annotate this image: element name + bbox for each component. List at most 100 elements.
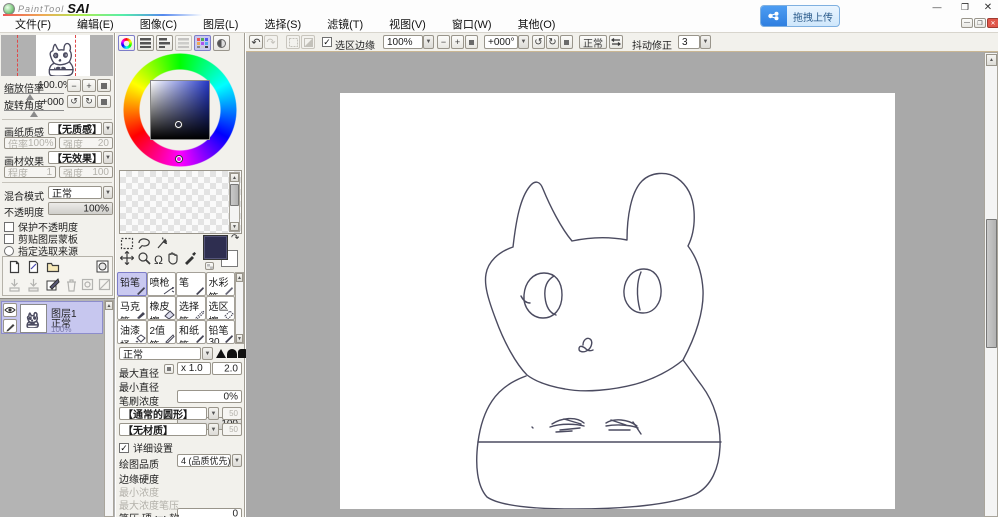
rotate-cw-button[interactable]: ↻ bbox=[546, 35, 559, 49]
menu-filter[interactable]: 滤镜(T) bbox=[314, 14, 376, 34]
brush-shape-select[interactable]: 【通常的圆形】 bbox=[119, 407, 207, 420]
navigator-rotate-slider-handle[interactable] bbox=[30, 111, 38, 117]
menu-edit[interactable]: 编辑(E) bbox=[64, 14, 127, 34]
swatches-scrollbar-thumb[interactable] bbox=[230, 184, 239, 206]
invert-selection-button[interactable] bbox=[301, 35, 315, 49]
new-layer-folder-button[interactable] bbox=[46, 261, 60, 276]
paper-texture-dropdown-button[interactable]: ▼ bbox=[103, 122, 113, 135]
scratchpad-tab[interactable] bbox=[213, 35, 230, 51]
selection-source-radio[interactable] bbox=[4, 246, 14, 256]
hsv-sliders-tab[interactable] bbox=[156, 35, 173, 51]
doc-close-button[interactable]: ✕ bbox=[987, 18, 998, 28]
color-wheel-tab[interactable] bbox=[118, 35, 135, 51]
color-mixer-tab[interactable] bbox=[175, 35, 192, 51]
color-wheel[interactable] bbox=[120, 53, 241, 168]
hue-selector[interactable] bbox=[176, 156, 182, 162]
rotate-reset-button[interactable] bbox=[560, 35, 573, 49]
layer-special-button[interactable] bbox=[96, 260, 109, 276]
tool-grid-scroll-down-button[interactable]: ▼ bbox=[236, 334, 243, 343]
blend-mode-select[interactable]: 正常 bbox=[48, 186, 102, 199]
tool-watercolor[interactable]: 水彩笔 bbox=[206, 272, 236, 296]
edge-shape-round[interactable] bbox=[227, 349, 237, 358]
navigator-rotate-slider[interactable] bbox=[4, 110, 64, 117]
doc-restore-button[interactable]: ❐ bbox=[974, 18, 986, 28]
menu-selection[interactable]: 选择(S) bbox=[251, 14, 314, 34]
brush-texture-dropdown-button[interactable]: ▼ bbox=[208, 423, 219, 436]
diameter-multiplier-box[interactable]: x 1.0 bbox=[177, 362, 211, 375]
layer-list-scroll-up-button[interactable]: ▲ bbox=[105, 301, 113, 310]
navigator-rotate-cw-button[interactable]: ↻ bbox=[82, 95, 96, 108]
tool-binary-pen[interactable]: 2值笔 bbox=[147, 320, 177, 344]
max-diameter-unit-button[interactable] bbox=[164, 364, 174, 374]
window-close-button[interactable]: ✕ bbox=[980, 2, 996, 13]
swatches-scrollbar[interactable]: ▲ ▼ bbox=[229, 172, 240, 232]
tool-selection-pen[interactable]: 选择笔 bbox=[176, 296, 206, 320]
paper-texture-select[interactable]: 【无质感】 bbox=[48, 122, 102, 135]
zoom-tool[interactable] bbox=[137, 251, 151, 268]
hand-tool[interactable] bbox=[166, 251, 180, 268]
blend-mode-dropdown-button[interactable]: ▼ bbox=[103, 186, 113, 199]
zoom-value-box[interactable]: 100% bbox=[383, 35, 423, 49]
brush-mode-dropdown-button[interactable]: ▼ bbox=[202, 347, 213, 360]
navigator-zoom-out-button[interactable]: − bbox=[67, 79, 81, 92]
material-strength-box[interactable]: 强度100 bbox=[59, 166, 113, 178]
min-diameter-slider[interactable]: 0% bbox=[177, 390, 242, 403]
zoom-dropdown-button[interactable]: ▼ bbox=[423, 35, 434, 49]
swatches-tab[interactable] bbox=[194, 35, 211, 51]
tool-bucket[interactable]: 油漆桶 bbox=[117, 320, 147, 344]
navigator-rotate-ccw-button[interactable]: ↺ bbox=[67, 95, 81, 108]
undo-button[interactable]: ↶ bbox=[249, 35, 263, 49]
clear-layer-button[interactable] bbox=[46, 278, 60, 295]
layer-paint-indicator[interactable] bbox=[3, 319, 17, 333]
layer-row-selected[interactable]: 图层1 正常 100% bbox=[1, 301, 103, 334]
material-effect-select[interactable]: 【无效果】 bbox=[48, 151, 102, 164]
material-degree-box[interactable]: 程度1 bbox=[4, 166, 56, 178]
paint-mode-button[interactable]: 正常 bbox=[579, 35, 607, 49]
zoom-in-button[interactable]: + bbox=[451, 35, 464, 49]
clipping-mask-checkbox[interactable] bbox=[4, 234, 14, 244]
canvas-workspace[interactable]: ▲ bbox=[246, 52, 998, 517]
stabilizer-value-box[interactable]: 3 bbox=[678, 35, 700, 49]
menu-others[interactable]: 其他(O) bbox=[505, 14, 569, 34]
new-layer-button[interactable] bbox=[8, 260, 21, 277]
swatches-scroll-up-button[interactable]: ▲ bbox=[230, 173, 239, 182]
rotate-canvas-tool[interactable]: Ω bbox=[154, 254, 163, 266]
tool-airbrush[interactable]: 喷枪 bbox=[147, 272, 177, 296]
window-maximize-button[interactable]: ❐ bbox=[953, 2, 977, 13]
paper-scale-box[interactable]: 倍率100% bbox=[4, 137, 56, 149]
primary-color-swatch[interactable] bbox=[204, 236, 227, 259]
swatches-scroll-down-button[interactable]: ▼ bbox=[230, 222, 239, 231]
brush-texture-select[interactable]: 【无材质】 bbox=[119, 423, 207, 436]
detail-settings-checkbox[interactable]: ✓ bbox=[119, 443, 129, 453]
max-diameter-slider[interactable]: 2.0 bbox=[212, 362, 242, 375]
navigator-zoom-reset-button[interactable] bbox=[97, 79, 111, 92]
sv-selector[interactable] bbox=[175, 121, 182, 128]
doc-minimize-button[interactable]: — bbox=[961, 18, 973, 28]
shape-strength-box[interactable]: 50 bbox=[222, 407, 242, 420]
canvas-page[interactable] bbox=[340, 93, 895, 509]
sv-square[interactable] bbox=[151, 81, 209, 139]
deselect-button[interactable] bbox=[286, 35, 300, 49]
merge-down-button[interactable] bbox=[27, 278, 40, 295]
transparent-color-button[interactable] bbox=[205, 262, 214, 270]
angle-value-box[interactable]: +000° bbox=[484, 35, 518, 49]
tool-grid-scroll-up-button[interactable]: ▲ bbox=[236, 273, 243, 282]
canvas-scroll-up-button[interactable]: ▲ bbox=[986, 54, 997, 66]
tool-pencil30[interactable]: 铅笔30 bbox=[206, 320, 236, 344]
drag-upload-button[interactable]: 拖拽上传 bbox=[760, 5, 840, 27]
rgb-sliders-tab[interactable] bbox=[137, 35, 154, 51]
selection-edge-checkbox[interactable]: ✓ bbox=[322, 37, 332, 47]
tool-paper-pen[interactable]: 和纸笔 bbox=[176, 320, 206, 344]
flip-view-button[interactable] bbox=[609, 35, 623, 49]
window-minimize-button[interactable]: — bbox=[925, 2, 949, 12]
edge-shape-triangle[interactable] bbox=[216, 349, 226, 358]
tool-pencil[interactable]: 铅笔 bbox=[117, 272, 147, 296]
move-tool[interactable] bbox=[120, 251, 134, 268]
brush-mode-select[interactable]: 正常 bbox=[119, 347, 201, 360]
opacity-slider[interactable]: 100% bbox=[48, 202, 113, 215]
tool-marker[interactable]: 马克笔 bbox=[117, 296, 147, 320]
transfer-down-button[interactable] bbox=[8, 278, 21, 295]
brush-shape-dropdown-button[interactable]: ▼ bbox=[208, 407, 219, 420]
redo-button[interactable]: ↷ bbox=[264, 35, 278, 49]
quality-select[interactable]: 4 (品质优先) bbox=[177, 454, 231, 467]
